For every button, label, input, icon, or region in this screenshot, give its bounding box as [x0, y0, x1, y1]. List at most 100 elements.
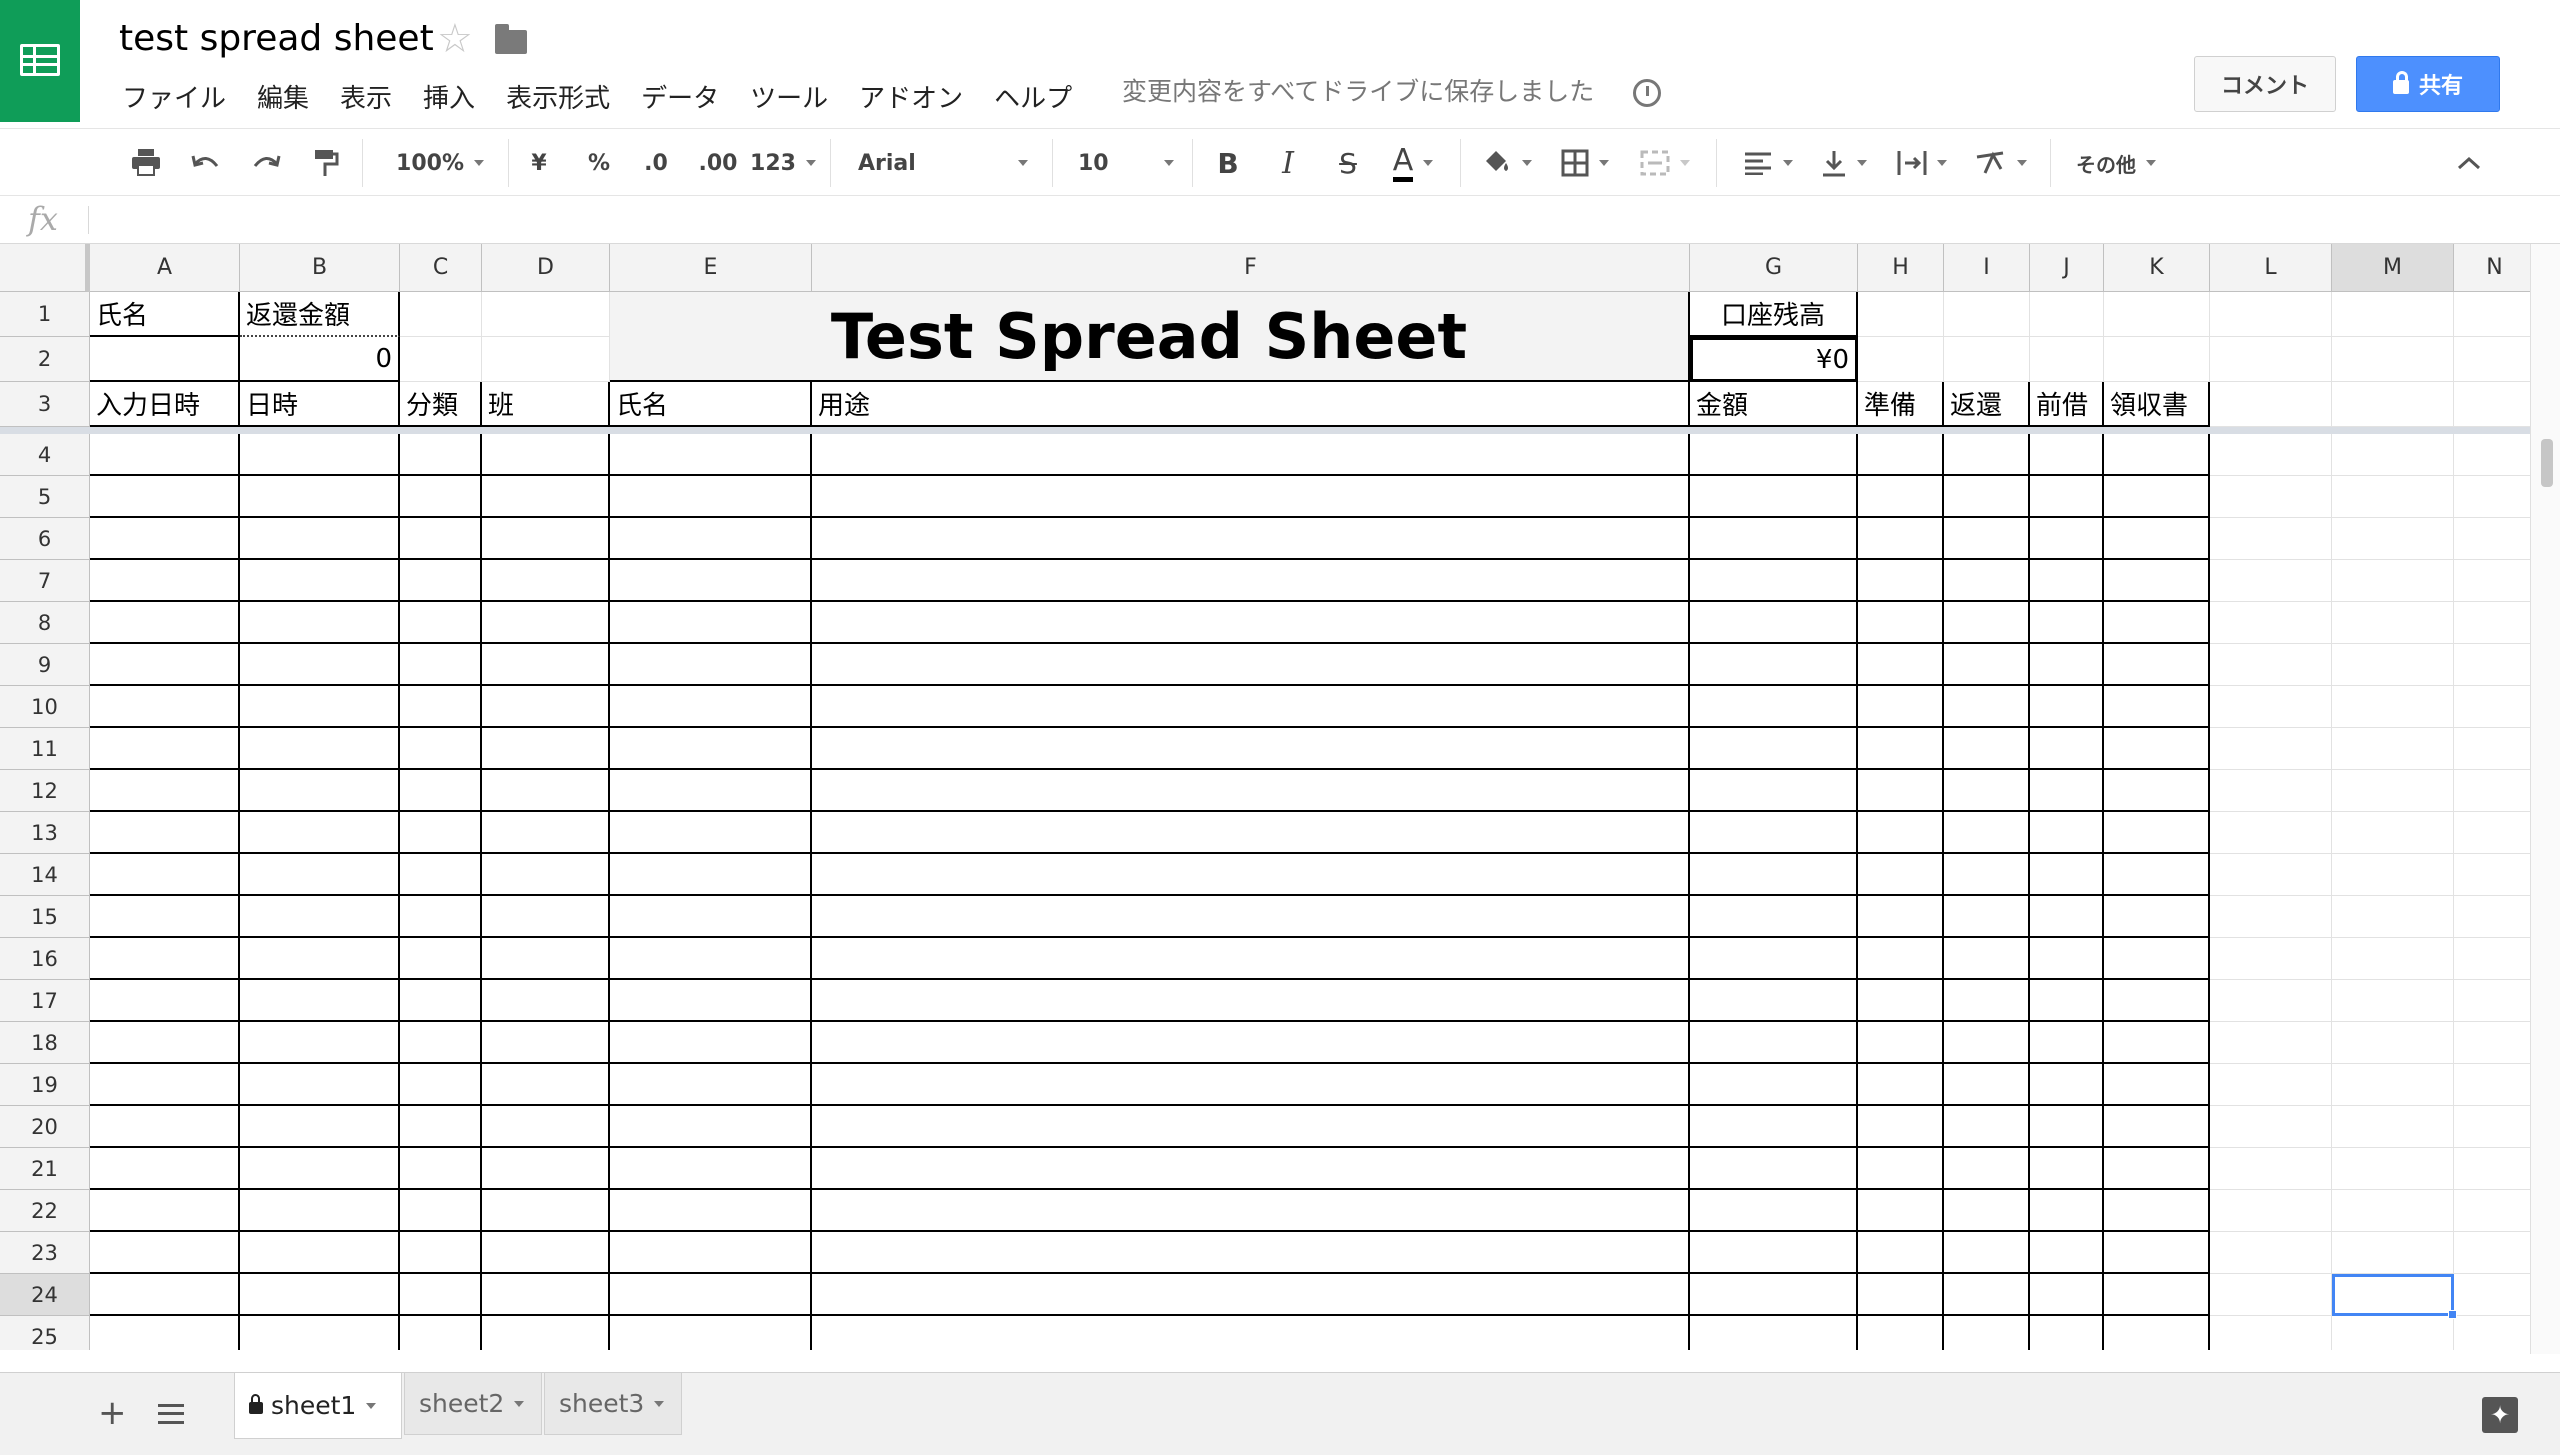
- cell-b4[interactable]: [240, 434, 400, 476]
- cell-m11[interactable]: [2332, 728, 2454, 770]
- cell-l8[interactable]: [2210, 602, 2332, 644]
- formula-input[interactable]: [96, 196, 2536, 242]
- cell-l13[interactable]: [2210, 812, 2332, 854]
- column-header-i[interactable]: I: [1944, 244, 2030, 292]
- cell-b7[interactable]: [240, 560, 400, 602]
- cell-k13[interactable]: [2104, 812, 2210, 854]
- cell-k15[interactable]: [2104, 896, 2210, 938]
- cell-m19[interactable]: [2332, 1064, 2454, 1106]
- column-header-g[interactable]: G: [1690, 244, 1858, 292]
- cell-h22[interactable]: [1858, 1190, 1944, 1232]
- cell-m18[interactable]: [2332, 1022, 2454, 1064]
- cell-a24[interactable]: [90, 1274, 240, 1316]
- row-header-5[interactable]: 5: [0, 476, 90, 518]
- cell-i23[interactable]: [1944, 1232, 2030, 1274]
- row-header-21[interactable]: 21: [0, 1148, 90, 1190]
- cell-e7[interactable]: [610, 560, 812, 602]
- cell-h6[interactable]: [1858, 518, 1944, 560]
- cell-a2[interactable]: [90, 337, 240, 382]
- cell-f5[interactable]: [812, 476, 1690, 518]
- cell-g3[interactable]: 金額: [1690, 382, 1858, 427]
- cell-m20[interactable]: [2332, 1106, 2454, 1148]
- cell-i20[interactable]: [1944, 1106, 2030, 1148]
- cell-m13[interactable]: [2332, 812, 2454, 854]
- cell-e23[interactable]: [610, 1232, 812, 1274]
- cell-c8[interactable]: [400, 602, 482, 644]
- cell-i6[interactable]: [1944, 518, 2030, 560]
- cell-j20[interactable]: [2030, 1106, 2104, 1148]
- cell-h10[interactable]: [1858, 686, 1944, 728]
- cell-g11[interactable]: [1690, 728, 1858, 770]
- cell-c9[interactable]: [400, 644, 482, 686]
- cell-m10[interactable]: [2332, 686, 2454, 728]
- cell-n24[interactable]: [2454, 1274, 2530, 1316]
- cell-k21[interactable]: [2104, 1148, 2210, 1190]
- cell-i9[interactable]: [1944, 644, 2030, 686]
- more-tools-button[interactable]: その他: [2066, 141, 2166, 185]
- cell-i17[interactable]: [1944, 980, 2030, 1022]
- cell-l1[interactable]: [2210, 292, 2332, 337]
- cell-m14[interactable]: [2332, 854, 2454, 896]
- cell-h7[interactable]: [1858, 560, 1944, 602]
- cell-f10[interactable]: [812, 686, 1690, 728]
- cell-e12[interactable]: [610, 770, 812, 812]
- cell-g10[interactable]: [1690, 686, 1858, 728]
- cell-c22[interactable]: [400, 1190, 482, 1232]
- fill-handle[interactable]: [2448, 1310, 2457, 1319]
- cell-g15[interactable]: [1690, 896, 1858, 938]
- cell-j25[interactable]: [2030, 1316, 2104, 1350]
- cell-g19[interactable]: [1690, 1064, 1858, 1106]
- merge-cells-button[interactable]: [1634, 141, 1696, 185]
- document-title[interactable]: test spread sheet: [119, 18, 434, 59]
- row-header-19[interactable]: 19: [0, 1064, 90, 1106]
- cell-e19[interactable]: [610, 1064, 812, 1106]
- cell-c5[interactable]: [400, 476, 482, 518]
- cell-m12[interactable]: [2332, 770, 2454, 812]
- row-header-16[interactable]: 16: [0, 938, 90, 980]
- cell-h18[interactable]: [1858, 1022, 1944, 1064]
- cell-l5[interactable]: [2210, 476, 2332, 518]
- cell-b16[interactable]: [240, 938, 400, 980]
- cell-m25[interactable]: [2332, 1316, 2454, 1350]
- cell-e17[interactable]: [610, 980, 812, 1022]
- text-color-button[interactable]: A: [1382, 141, 1444, 185]
- cell-k25[interactable]: [2104, 1316, 2210, 1350]
- row-header-20[interactable]: 20: [0, 1106, 90, 1148]
- menu-data[interactable]: データ: [627, 74, 736, 114]
- bold-button[interactable]: B: [1210, 141, 1246, 185]
- row-header-1[interactable]: 1: [0, 292, 90, 337]
- cell-i12[interactable]: [1944, 770, 2030, 812]
- cell-n5[interactable]: [2454, 476, 2530, 518]
- cell-j21[interactable]: [2030, 1148, 2104, 1190]
- cell-g7[interactable]: [1690, 560, 1858, 602]
- row-header-2[interactable]: 2: [0, 337, 90, 382]
- cell-m1[interactable]: [2332, 292, 2454, 337]
- cell-n3[interactable]: [2454, 382, 2530, 427]
- cell-k12[interactable]: [2104, 770, 2210, 812]
- cell-c7[interactable]: [400, 560, 482, 602]
- cell-k8[interactable]: [2104, 602, 2210, 644]
- cell-f11[interactable]: [812, 728, 1690, 770]
- cell-b10[interactable]: [240, 686, 400, 728]
- cell-l21[interactable]: [2210, 1148, 2332, 1190]
- text-wrap-button[interactable]: [1892, 141, 1952, 185]
- cell-j22[interactable]: [2030, 1190, 2104, 1232]
- cell-i3[interactable]: 返還: [1944, 382, 2030, 427]
- cell-e5[interactable]: [610, 476, 812, 518]
- cell-l15[interactable]: [2210, 896, 2332, 938]
- cell-g23[interactable]: [1690, 1232, 1858, 1274]
- cell-j2[interactable]: [2030, 337, 2104, 382]
- cell-l9[interactable]: [2210, 644, 2332, 686]
- cell-f3[interactable]: 用途: [812, 382, 1690, 427]
- cell-i16[interactable]: [1944, 938, 2030, 980]
- cell-i5[interactable]: [1944, 476, 2030, 518]
- cell-a3[interactable]: 入力日時: [90, 382, 240, 427]
- column-header-m[interactable]: M: [2332, 244, 2454, 292]
- cell-b15[interactable]: [240, 896, 400, 938]
- sheets-logo[interactable]: [0, 0, 80, 122]
- cell-d8[interactable]: [482, 602, 610, 644]
- select-all-corner[interactable]: [0, 244, 90, 292]
- cell-h8[interactable]: [1858, 602, 1944, 644]
- cell-f12[interactable]: [812, 770, 1690, 812]
- cell-n21[interactable]: [2454, 1148, 2530, 1190]
